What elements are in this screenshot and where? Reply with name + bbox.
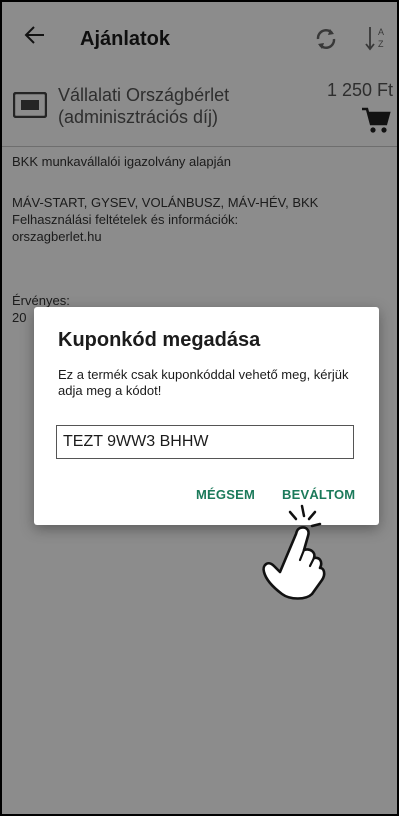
redeem-button[interactable]: BEVÁLTOM [282,487,355,502]
dialog-title: Kuponkód megadása [58,329,261,351]
app-screen: Ajánlatok A Z Vállalati Országbérlet (ad… [0,0,399,816]
hand-pointer-icon [262,504,326,600]
cancel-button[interactable]: MÉGSEM [196,487,255,502]
coupon-dialog: Kuponkód megadása Ez a termék csak kupon… [34,307,379,525]
dialog-message: Ez a termék csak kuponkóddal vehető meg,… [58,367,349,398]
coupon-code-input[interactable] [56,425,354,459]
